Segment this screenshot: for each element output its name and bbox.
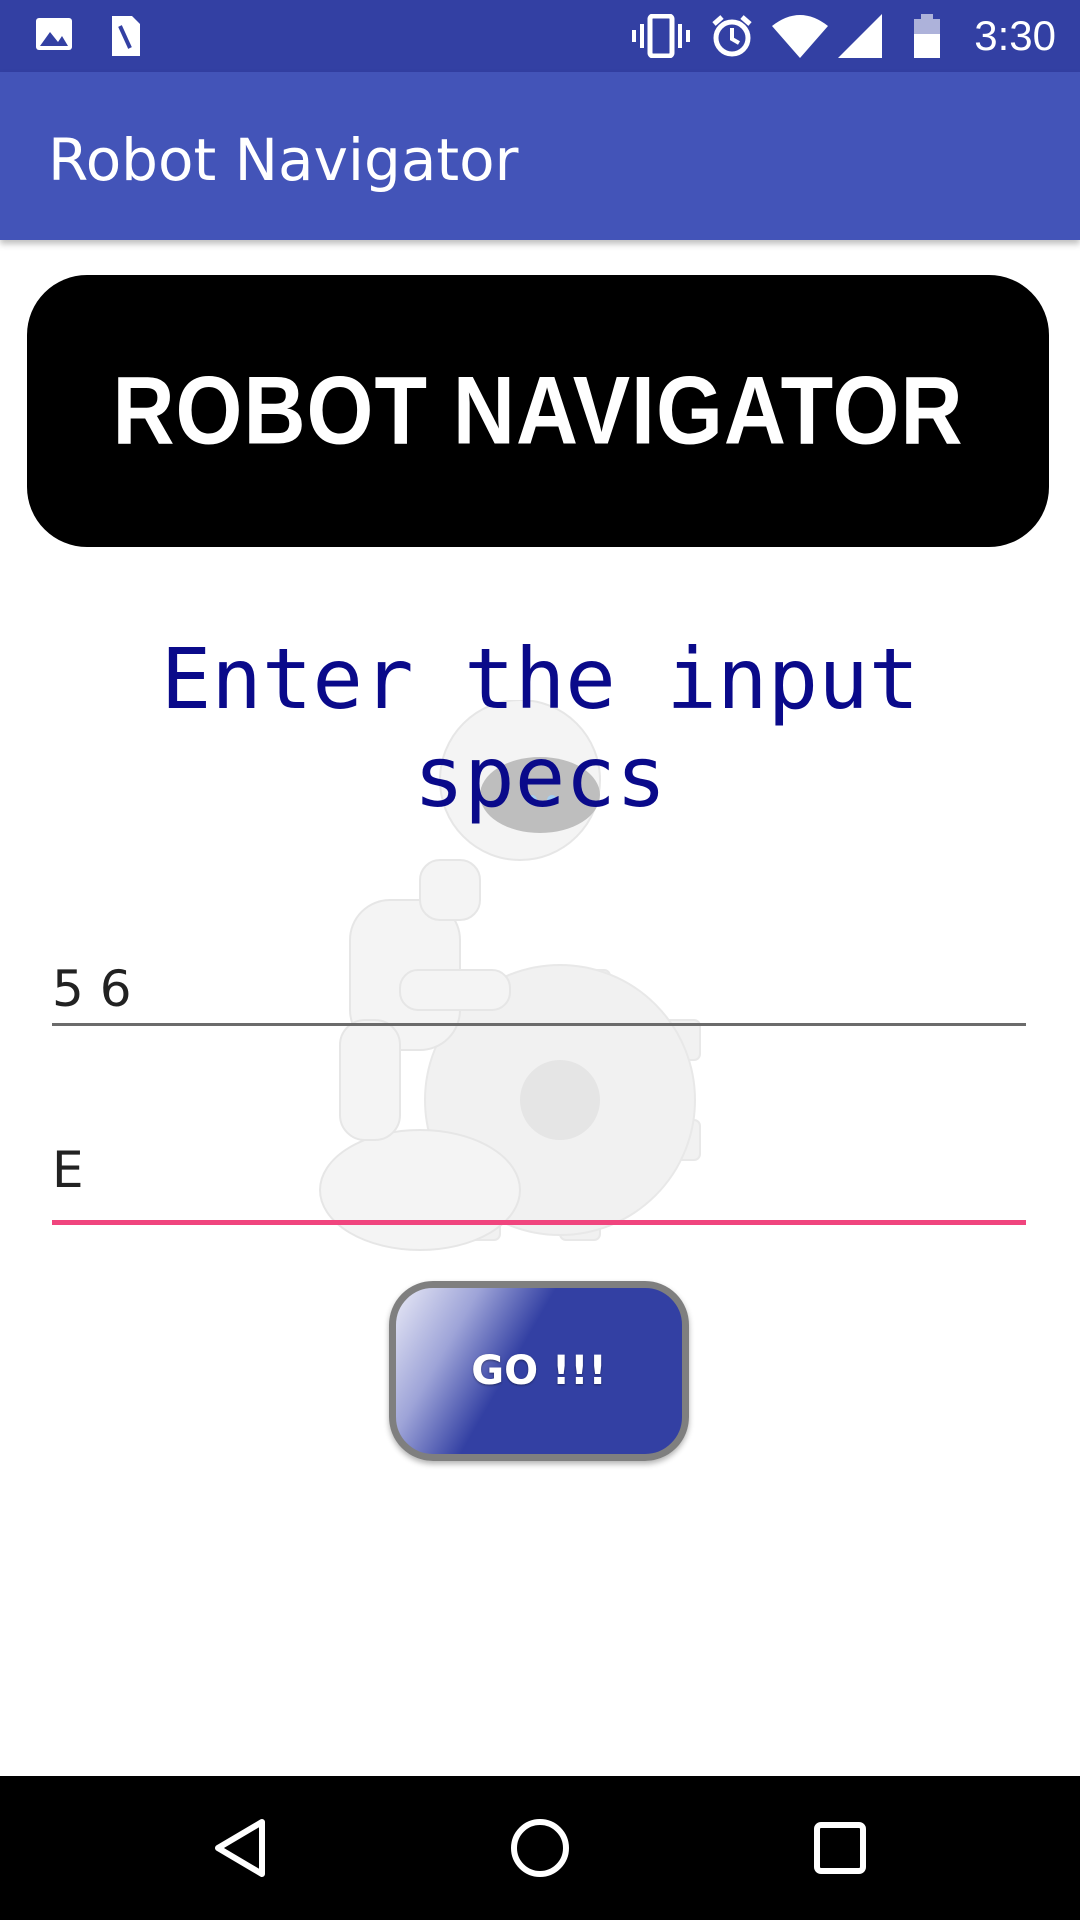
- signal-icon: [838, 14, 882, 63]
- go-button[interactable]: GO !!!: [389, 1281, 689, 1461]
- wifi-icon: [772, 14, 828, 63]
- app-title: Robot Navigator: [48, 126, 519, 194]
- sim-icon: [108, 14, 142, 63]
- image-icon: [34, 14, 74, 59]
- back-icon[interactable]: [190, 1798, 290, 1898]
- battery-icon: [912, 14, 942, 63]
- home-icon[interactable]: [490, 1798, 590, 1898]
- status-bar: 3:30: [0, 0, 1080, 72]
- recents-icon[interactable]: [790, 1798, 890, 1898]
- vibrate-icon: [632, 13, 690, 63]
- banner-text: ROBOT NAVIGATOR: [112, 356, 964, 465]
- coordinates-input[interactable]: [52, 955, 1026, 1026]
- banner-image: ROBOT NAVIGATOR: [27, 275, 1049, 547]
- alarm-icon: [710, 14, 754, 63]
- status-time: 3:30: [974, 12, 1056, 59]
- direction-input[interactable]: [52, 1120, 1026, 1225]
- input-specs-heading: Enter the input specs: [160, 630, 920, 826]
- navigation-bar: [0, 1776, 1080, 1920]
- app-bar: Robot Navigator: [0, 72, 1080, 240]
